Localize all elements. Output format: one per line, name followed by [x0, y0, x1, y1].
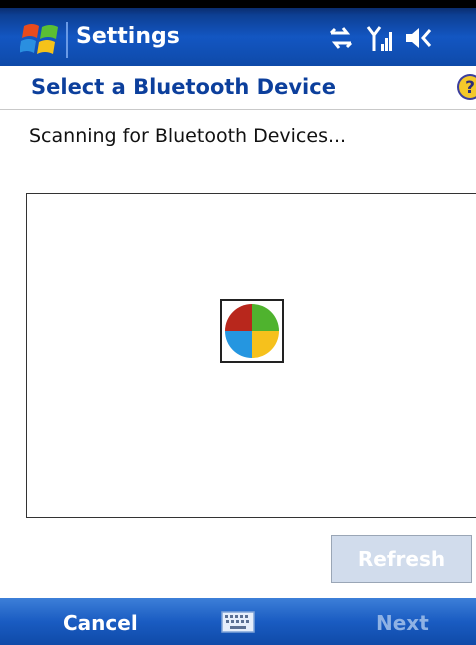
connectivity-icon[interactable]: [327, 24, 355, 52]
svg-text:?: ?: [465, 78, 475, 98]
keyboard-icon[interactable]: [221, 611, 255, 633]
title-separator: [66, 22, 68, 58]
page-title: Select a Bluetooth Device: [31, 75, 336, 99]
cancel-softkey[interactable]: Cancel: [63, 611, 138, 635]
next-softkey[interactable]: Next: [376, 611, 429, 635]
scanning-status: Scanning for Bluetooth Devices...: [29, 125, 347, 147]
page-header: Select a Bluetooth Device ?: [0, 66, 476, 110]
softkey-bar: Cancel Next: [0, 598, 476, 645]
start-flag-icon[interactable]: [20, 20, 62, 60]
app-title: Settings: [76, 24, 180, 49]
volume-icon[interactable]: [404, 24, 434, 52]
busy-windows-flag-icon: [220, 299, 284, 363]
refresh-button[interactable]: Refresh: [331, 535, 472, 583]
title-bar: Settings: [0, 0, 476, 66]
help-icon[interactable]: ?: [455, 72, 476, 102]
signal-icon[interactable]: [366, 24, 394, 54]
